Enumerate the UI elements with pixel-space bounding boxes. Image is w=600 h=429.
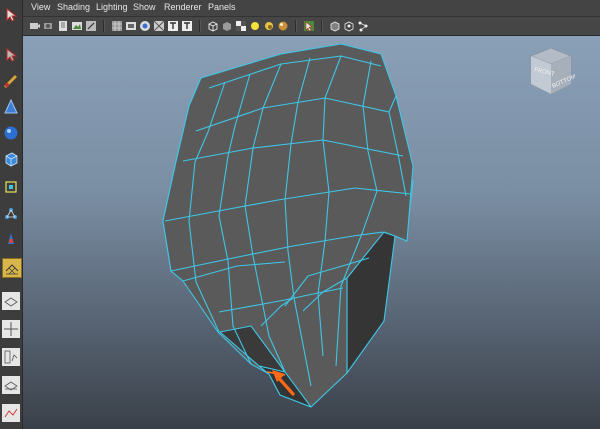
menu-view[interactable]: View xyxy=(31,2,50,12)
textured-icon[interactable] xyxy=(235,20,247,32)
menu-show[interactable]: Show xyxy=(133,2,156,12)
image-plane-icon[interactable] xyxy=(71,20,83,32)
camera-attributes-icon[interactable] xyxy=(43,20,55,32)
xray-components-icon[interactable] xyxy=(357,20,369,32)
sphere-primitive-icon[interactable] xyxy=(2,124,20,142)
menu-renderer[interactable]: Renderer xyxy=(164,2,202,12)
menu-panels[interactable]: Panels xyxy=(208,2,236,12)
custom-layout-icon[interactable] xyxy=(2,404,20,422)
show-manipulator-icon[interactable] xyxy=(2,204,20,222)
lasso-tool-icon[interactable] xyxy=(2,46,20,64)
scale-tool-icon[interactable] xyxy=(2,178,20,196)
xray-joints-icon[interactable] xyxy=(343,20,355,32)
bookmarks-icon[interactable] xyxy=(57,20,69,32)
toolbar-separator xyxy=(295,20,297,32)
select-tool-icon[interactable] xyxy=(2,6,20,24)
toolbar-separator xyxy=(321,20,323,32)
move-tool-icon[interactable] xyxy=(2,98,20,116)
paint-select-icon[interactable] xyxy=(2,72,20,90)
field-chart-icon[interactable] xyxy=(167,20,179,32)
polygon-mesh[interactable] xyxy=(23,36,600,429)
toolbar-separator xyxy=(199,20,201,32)
panel-menu-bar: View Shading Lighting Show Renderer Pane… xyxy=(23,0,600,17)
two-d-pan-zoom-icon[interactable] xyxy=(85,20,97,32)
perspective-viewport[interactable]: View Shading Lighting Show Renderer Pane… xyxy=(23,0,600,429)
hypershade-layout-icon[interactable] xyxy=(2,376,20,394)
single-perspective-layout-icon[interactable] xyxy=(2,258,22,278)
default-lighting-icon[interactable] xyxy=(249,20,261,32)
persp-outliner-layout-icon[interactable] xyxy=(2,320,20,338)
film-gate-icon[interactable] xyxy=(125,20,137,32)
graph-layout-icon[interactable] xyxy=(2,348,20,366)
safe-action-icon[interactable] xyxy=(181,20,193,32)
panel-toolbar xyxy=(23,17,600,36)
menu-lighting[interactable]: Lighting xyxy=(96,2,128,12)
toolbar-separator xyxy=(103,20,105,32)
gate-mask-icon[interactable] xyxy=(153,20,165,32)
high-quality-icon[interactable] xyxy=(277,20,289,32)
last-tool-icon[interactable] xyxy=(2,230,20,248)
tool-box xyxy=(0,0,23,429)
wireframe-icon[interactable] xyxy=(207,20,219,32)
view-cube[interactable]: FRONT BOTTOM xyxy=(525,44,575,100)
shadows-icon[interactable] xyxy=(263,20,275,32)
menu-shading[interactable]: Shading xyxy=(57,2,90,12)
grid-icon[interactable] xyxy=(111,20,123,32)
smooth-shade-icon[interactable] xyxy=(221,20,233,32)
xray-icon[interactable] xyxy=(329,20,341,32)
resolution-gate-icon[interactable] xyxy=(139,20,151,32)
select-camera-icon[interactable] xyxy=(29,20,41,32)
cube-primitive-icon[interactable] xyxy=(2,150,20,168)
four-view-layout-icon[interactable] xyxy=(2,292,20,310)
isolate-select-icon[interactable] xyxy=(303,20,315,32)
viewport-3d-scene[interactable]: FRONT BOTTOM xyxy=(23,36,600,429)
